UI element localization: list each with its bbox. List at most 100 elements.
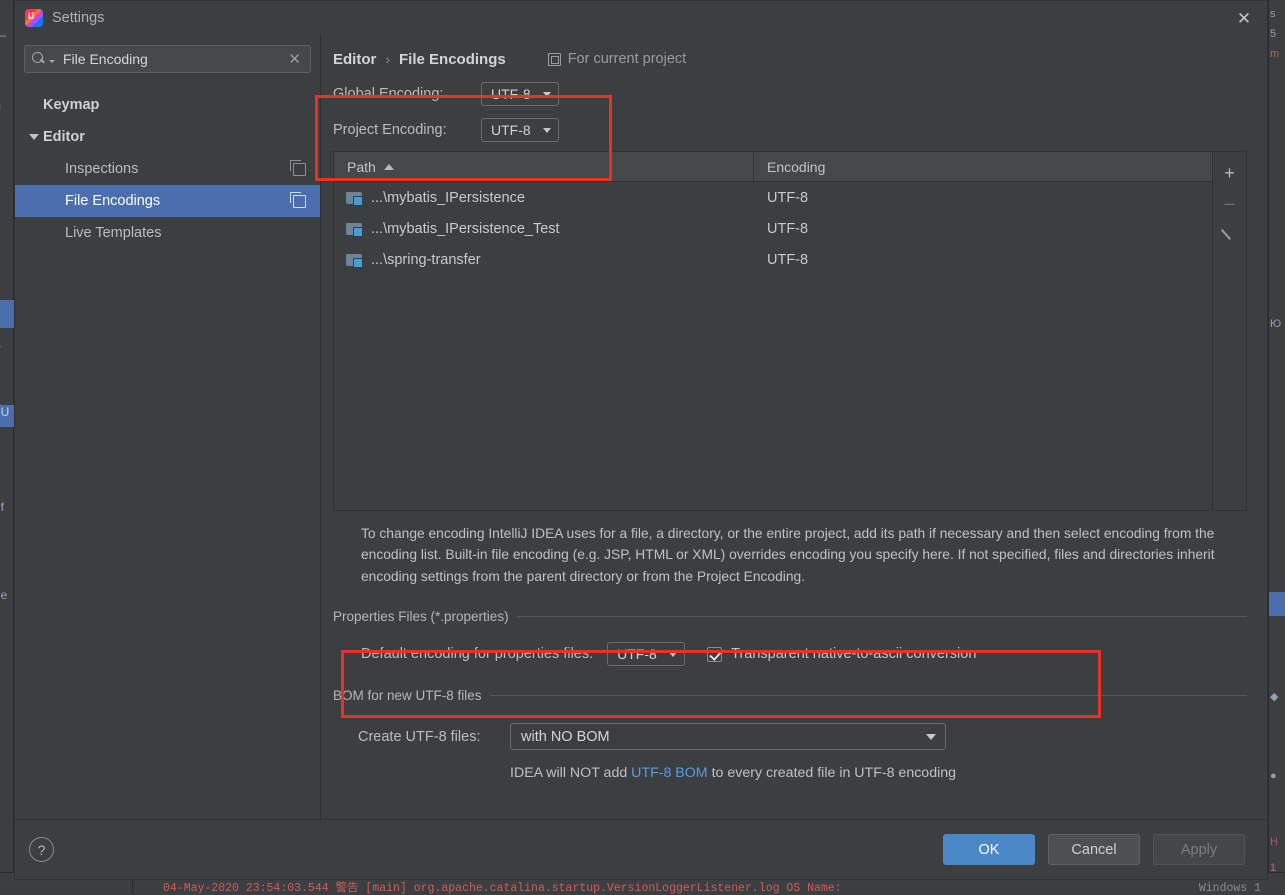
scope-indicator: For current project (548, 51, 686, 67)
edit-path-button[interactable] (1217, 220, 1243, 246)
transparent-conversion-label: Transparent native-to-ascii conversion (731, 646, 976, 662)
search-input[interactable]: File Encoding ✕ (24, 45, 311, 73)
sidebar-item-live-templates[interactable]: Live Templates (15, 217, 320, 249)
properties-encoding-label: Default encoding for properties files: (361, 646, 593, 662)
settings-content: Editor › File Encodings For current proj… (321, 35, 1267, 819)
cell-path-label: ...\spring-transfer (371, 252, 481, 268)
ide-left-fragment: — (0, 28, 6, 42)
sidebar-item-label: Keymap (43, 97, 99, 113)
module-folder-icon (346, 222, 362, 236)
dialog-titlebar: Settings ✕ (15, 1, 1267, 35)
properties-encoding-value: UTF-8 (617, 646, 657, 662)
ide-right-edge: s 5 m Ю ◆ ● H 1 (1268, 0, 1285, 894)
console-log-line: 04-May-2020 23:54:03.544 警告 [main] org.a… (163, 879, 842, 895)
ok-button[interactable]: OK (943, 834, 1035, 865)
add-path-button[interactable]: + (1217, 160, 1243, 186)
ide-right-fragment: ● (1270, 770, 1277, 782)
sort-ascending-icon (384, 164, 394, 170)
column-header-encoding[interactable]: Encoding (754, 152, 825, 181)
search-input-value: File Encoding (63, 51, 288, 67)
ide-left-fragment: nU (0, 405, 9, 419)
copy-icon[interactable] (293, 195, 306, 208)
ide-left-selection (0, 300, 14, 328)
bom-note-link[interactable]: UTF-8 BOM (631, 765, 707, 781)
table-row[interactable]: ...\mybatis_IPersistence UTF-8 (334, 182, 1212, 213)
close-icon[interactable]: ✕ (1221, 1, 1267, 35)
ide-left-fragment: nf (0, 500, 4, 514)
copy-icon[interactable] (293, 163, 306, 176)
bom-note-prefix: IDEA will NOT add (510, 765, 631, 781)
bom-create-row: Create UTF-8 files: with NO BOM (333, 723, 1247, 750)
module-icon (548, 53, 561, 66)
cell-encoding[interactable]: UTF-8 (754, 190, 808, 206)
properties-encoding-row: Default encoding for properties files: U… (333, 642, 1247, 666)
ide-right-fragment: s (1270, 8, 1276, 20)
remove-path-button[interactable]: – (1217, 190, 1243, 216)
settings-dialog: Settings ✕ File Encoding ✕ Keymap Edit (14, 0, 1268, 880)
intellij-idea-icon (25, 9, 43, 27)
table-toolbar: + – (1213, 151, 1247, 511)
breadcrumb-separator: › (385, 51, 390, 67)
table-row[interactable]: ...\mybatis_IPersistence_Test UTF-8 (334, 213, 1212, 244)
table-row[interactable]: ...\spring-transfer UTF-8 (334, 244, 1212, 275)
chevron-down-icon (49, 60, 55, 63)
project-encoding-row: Project Encoding: UTF-8 (333, 115, 1247, 145)
column-header-path-label: Path (347, 159, 376, 175)
global-encoding-row: Global Encoding: UTF-8 (333, 79, 1247, 109)
cell-encoding[interactable]: UTF-8 (754, 221, 808, 237)
module-folder-icon (346, 191, 362, 205)
sidebar-item-label: Inspections (65, 161, 138, 177)
ide-left-fragment: de (0, 588, 7, 602)
cell-path: ...\mybatis_IPersistence (334, 190, 754, 206)
ide-left-edge: — ≈ s ~ ~ nU nf de (0, 0, 14, 894)
clear-icon[interactable]: ✕ (288, 50, 304, 68)
bom-note: IDEA will NOT add UTF-8 BOM to every cre… (333, 765, 1247, 781)
properties-group-title: Properties Files (*.properties) (333, 609, 509, 624)
dialog-title: Settings (52, 10, 104, 26)
bom-group-title: BOM for new UTF-8 files (333, 688, 482, 703)
ide-right-fragment: 5 (1270, 28, 1276, 40)
global-encoding-value: UTF-8 (491, 86, 531, 102)
breadcrumb-parent[interactable]: Editor (333, 51, 376, 68)
search-container: File Encoding ✕ (15, 45, 320, 73)
properties-encoding-select[interactable]: UTF-8 (607, 642, 685, 666)
global-encoding-label: Global Encoding: (333, 86, 481, 102)
ide-right-fragment: m (1270, 48, 1279, 60)
project-encoding-select[interactable]: UTF-8 (481, 118, 559, 142)
help-button[interactable]: ? (29, 837, 54, 862)
ide-left-fragment: ~ (0, 340, 1, 354)
chevron-down-icon (543, 92, 551, 97)
bom-create-label: Create UTF-8 files: (358, 729, 510, 745)
cancel-button[interactable]: Cancel (1048, 834, 1140, 865)
sidebar-item-label: Live Templates (65, 225, 161, 241)
chevron-down-icon[interactable] (29, 134, 39, 140)
sidebar-item-keymap[interactable]: Keymap (15, 89, 320, 121)
cell-path-label: ...\mybatis_IPersistence (371, 190, 525, 206)
breadcrumb: Editor › File Encodings For current proj… (333, 35, 1247, 71)
bom-create-select[interactable]: with NO BOM (510, 723, 946, 750)
table-body: ...\mybatis_IPersistence UTF-8 ...\mybat… (334, 182, 1212, 510)
cell-path-label: ...\mybatis_IPersistence_Test (371, 221, 560, 237)
bom-create-value: with NO BOM (521, 729, 610, 745)
encodings-table-wrapper: Path Encoding ...\mybatis_IPersistence (333, 151, 1247, 511)
checkbox-icon (707, 647, 722, 662)
transparent-conversion-checkbox[interactable]: Transparent native-to-ascii conversion (707, 646, 976, 662)
column-header-path[interactable]: Path (334, 152, 754, 181)
cell-path: ...\mybatis_IPersistence_Test (334, 221, 754, 237)
ide-right-selection (1269, 592, 1285, 616)
cell-encoding[interactable]: UTF-8 (754, 252, 808, 268)
dialog-footer: ? OK Cancel Apply (15, 819, 1267, 879)
sidebar-item-file-encodings[interactable]: File Encodings (15, 185, 320, 217)
sidebar-item-label: Editor (43, 129, 85, 145)
settings-sidebar: File Encoding ✕ Keymap Editor Inspection… (15, 35, 321, 819)
global-encoding-select[interactable]: UTF-8 (481, 82, 559, 106)
pencil-icon (1223, 226, 1237, 240)
ide-right-fragment: H (1270, 836, 1278, 848)
module-folder-icon (346, 253, 362, 267)
search-icon (31, 51, 47, 67)
properties-group-header: Properties Files (*.properties) (333, 609, 1247, 624)
sidebar-item-inspections[interactable]: Inspections (15, 153, 320, 185)
cell-path: ...\spring-transfer (334, 252, 754, 268)
sidebar-item-editor[interactable]: Editor (15, 121, 320, 153)
ide-left-fragment: ≈ (0, 100, 1, 114)
